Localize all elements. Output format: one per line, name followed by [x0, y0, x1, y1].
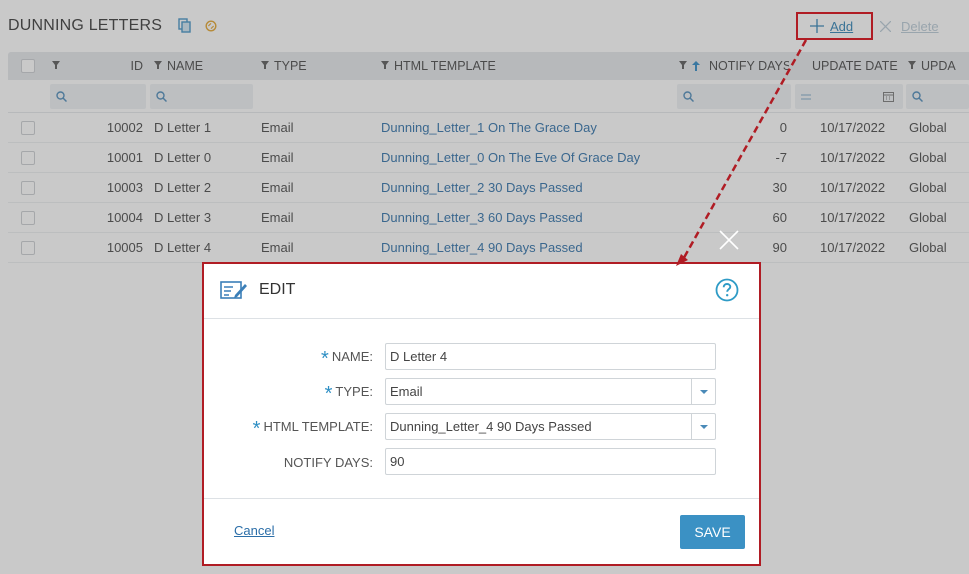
dialog-form: * NAME: D Letter 4 * TYPE: Email * HTML TEM…	[204, 319, 759, 499]
save-button[interactable]: SAVE	[680, 515, 745, 549]
type-select-value: Email	[390, 384, 423, 399]
name-input[interactable]: D Letter 4	[385, 343, 716, 370]
chevron-down-icon[interactable]	[691, 379, 715, 404]
type-select[interactable]: Email	[385, 378, 716, 405]
notify-days-label: NOTIFY DAYS:	[283, 455, 373, 470]
dialog-close-icon[interactable]	[718, 229, 740, 251]
html-template-select-value: Dunning_Letter_4 90 Days Passed	[390, 419, 592, 434]
chevron-down-icon[interactable]	[691, 414, 715, 439]
type-label: * TYPE:	[324, 383, 373, 405]
html-template-label: * HTML TEMPLATE:	[252, 418, 373, 440]
html-template-select[interactable]: Dunning_Letter_4 90 Days Passed	[385, 413, 716, 440]
name-label: * NAME:	[321, 348, 373, 370]
cancel-button[interactable]: Cancel	[234, 523, 274, 538]
add-button-highlight	[796, 12, 873, 40]
dunning-letters-page: DUNNING LETTERS Add Delete ID NAME TYPE …	[0, 0, 969, 574]
edit-dialog: EDIT * NAME: D Letter 4 * TYPE: Email * HTM…	[202, 262, 761, 566]
notify-days-input[interactable]: 90	[385, 448, 716, 475]
help-icon[interactable]	[715, 278, 739, 302]
edit-icon	[220, 281, 247, 299]
dialog-header: EDIT	[204, 264, 759, 319]
dialog-title: EDIT	[259, 281, 296, 298]
